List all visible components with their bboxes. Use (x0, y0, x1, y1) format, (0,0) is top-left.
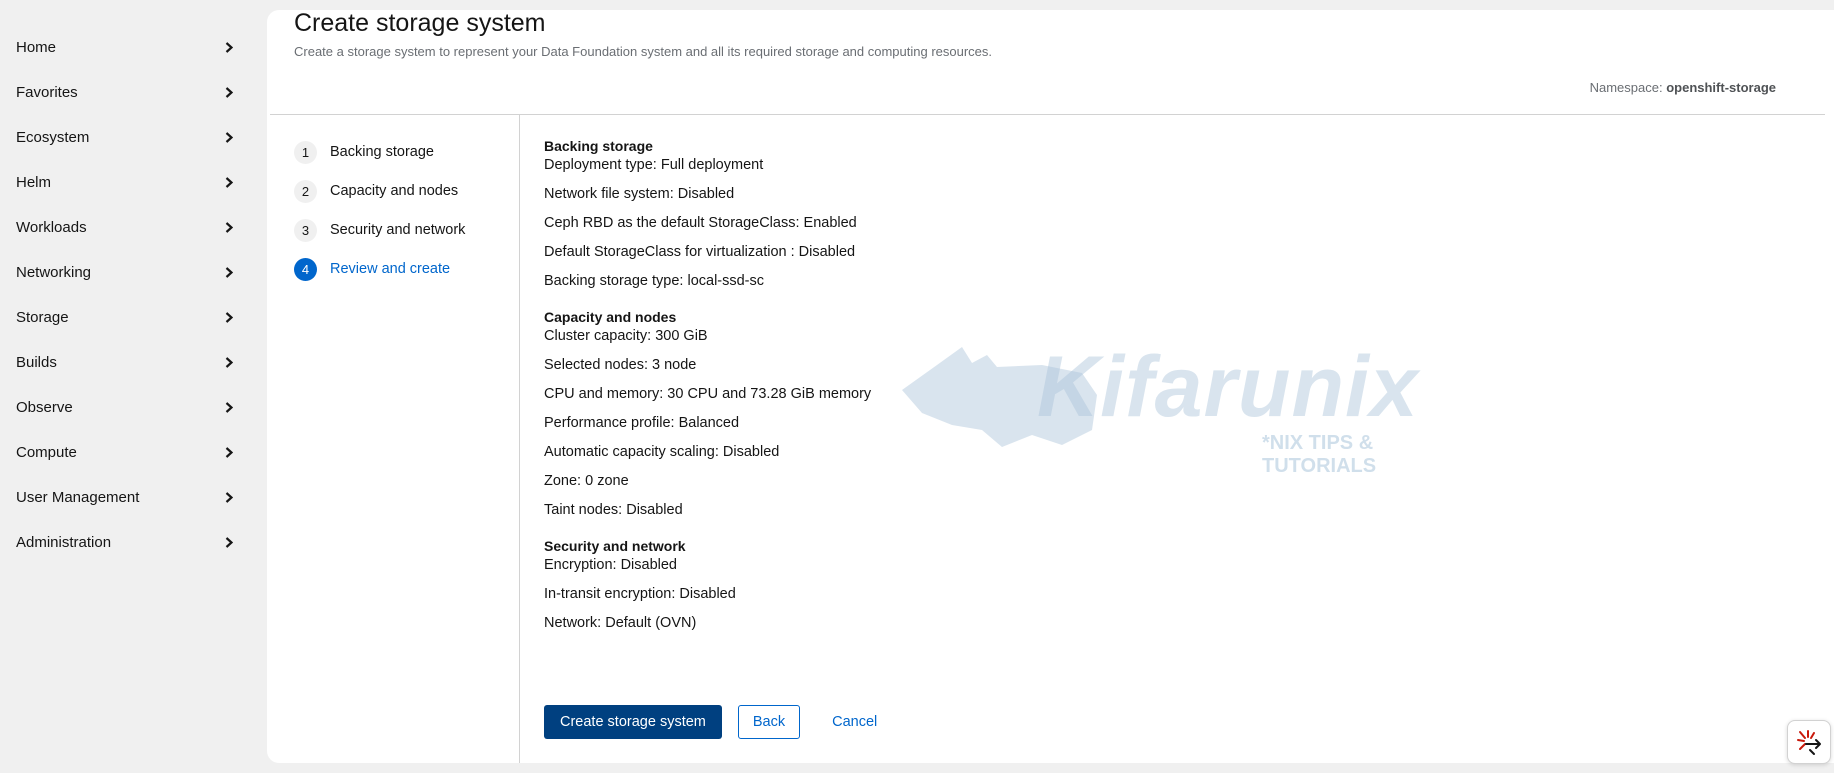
chevron-right-icon (224, 222, 234, 234)
sidebar-item-label: Workloads (16, 219, 87, 236)
sidebar-item-favorites[interactable]: Favorites (0, 70, 262, 115)
quick-starts-icon (1797, 730, 1821, 755)
sidebar-item-home[interactable]: Home (0, 25, 262, 70)
wizard-step-review-create[interactable]: 4 Review and create (294, 257, 514, 281)
sidebar-item-administration[interactable]: Administration (0, 520, 262, 565)
review-line: Default StorageClass for virtualization … (544, 244, 856, 260)
sidebar-item-compute[interactable]: Compute (0, 430, 262, 475)
review-section-capacity-nodes: Capacity and nodes Cluster capacity: 300… (544, 308, 1244, 519)
sidebar-item-label: Ecosystem (16, 129, 90, 146)
sidebar-item-storage[interactable]: Storage (0, 295, 262, 340)
namespace-indicator: Namespace: openshift-storage (1590, 80, 1776, 95)
review-line: Taint nodes: Disabled (544, 502, 683, 518)
section-title: Security and network (544, 538, 686, 554)
create-storage-system-button[interactable]: Create storage system (544, 705, 722, 739)
sidebar-item-user-management[interactable]: User Management (0, 475, 262, 520)
review-line: Backing storage type: local-ssd-sc (544, 273, 765, 289)
step-label: Security and network (330, 222, 466, 238)
chevron-right-icon (224, 357, 234, 369)
review-line: Ceph RBD as the default StorageClass: En… (544, 215, 857, 231)
review-line: Network file system: Disabled (544, 186, 735, 202)
section-title: Capacity and nodes (544, 309, 677, 325)
wizard-step-backing-storage[interactable]: 1 Backing storage (294, 140, 514, 164)
sidebar-item-label: Compute (16, 444, 77, 461)
review-line: In-transit encryption: Disabled (544, 586, 736, 602)
section-title: Backing storage (544, 138, 653, 154)
step-number: 4 (294, 257, 317, 281)
step-label: Review and create (330, 261, 451, 277)
chevron-right-icon (224, 177, 234, 189)
sidebar-item-label: Favorites (16, 84, 78, 101)
page-title: Create storage system (294, 9, 546, 37)
step-number: 1 (294, 140, 317, 164)
wizard-actions: Create storage system Back Cancel (544, 705, 891, 739)
sidebar-item-label: Administration (16, 534, 112, 551)
sidebar-item-label: Home (16, 39, 57, 56)
sidebar-item-networking[interactable]: Networking (0, 250, 262, 295)
wizard-nav-divider (519, 115, 520, 763)
watermark-tagline: *NIX TIPS & TUTORIALS (1262, 432, 1377, 477)
chevron-right-icon (224, 312, 234, 324)
chevron-right-icon (224, 42, 234, 54)
sidebar-item-helm[interactable]: Helm (0, 160, 262, 205)
wizard-step-capacity-nodes[interactable]: 2 Capacity and nodes (294, 179, 514, 203)
review-line: Cluster capacity: 300 GiB (544, 328, 708, 344)
review-section-backing-storage: Backing storage Deployment type: Full de… (544, 137, 1244, 290)
sidebar-item-label: Networking (16, 264, 92, 281)
review-line: Zone: 0 zone (544, 473, 629, 489)
sidebar-item-builds[interactable]: Builds (0, 340, 262, 385)
wizard-steps: 1 Backing storage 2 Capacity and nodes 3… (294, 140, 514, 296)
chevron-right-icon (224, 537, 234, 549)
review-line: Selected nodes: 3 node (544, 357, 697, 373)
sidebar-item-label: Builds (16, 354, 57, 371)
sidebar-nav: Home Favorites Ecosystem Helm Workloads … (0, 0, 262, 773)
quick-starts-button[interactable] (1787, 720, 1831, 764)
review-line: CPU and memory: 30 CPU and 73.28 GiB mem… (544, 386, 872, 402)
chevron-right-icon (224, 447, 234, 459)
sidebar-item-label: Storage (16, 309, 69, 326)
review-line: Deployment type: Full deployment (544, 157, 764, 173)
page-description: Create a storage system to represent you… (294, 44, 993, 59)
step-label: Capacity and nodes (330, 183, 459, 199)
namespace-value: openshift-storage (1666, 80, 1776, 95)
namespace-label: Namespace: (1589, 80, 1663, 95)
review-line: Encryption: Disabled (544, 557, 677, 573)
review-line: Network: Default (OVN) (544, 615, 697, 631)
back-button[interactable]: Back (737, 705, 801, 739)
sidebar-item-observe[interactable]: Observe (0, 385, 262, 430)
header-divider (270, 114, 1825, 115)
chevron-right-icon (224, 402, 234, 414)
step-label: Backing storage (330, 144, 434, 160)
sidebar-item-label: Observe (16, 399, 73, 416)
chevron-right-icon (224, 492, 234, 504)
wizard-step-security-network[interactable]: 3 Security and network (294, 218, 514, 242)
review-section-security-network: Security and network Encryption: Disable… (544, 537, 1244, 632)
review-line: Automatic capacity scaling: Disabled (544, 444, 780, 460)
chevron-right-icon (224, 87, 234, 99)
review-summary: Backing storage Deployment type: Full de… (544, 137, 1244, 650)
sidebar-item-workloads[interactable]: Workloads (0, 205, 262, 250)
chevron-right-icon (224, 267, 234, 279)
sidebar-item-label: User Management (16, 489, 140, 506)
review-line: Performance profile: Balanced (544, 415, 740, 431)
cancel-button[interactable]: Cancel (818, 705, 891, 739)
sidebar-item-ecosystem[interactable]: Ecosystem (0, 115, 262, 160)
chevron-right-icon (224, 132, 234, 144)
step-number: 3 (294, 218, 317, 242)
main-panel: Create storage system Create a storage s… (267, 9, 1834, 763)
step-number: 2 (294, 179, 317, 203)
sidebar-item-label: Helm (16, 174, 52, 191)
